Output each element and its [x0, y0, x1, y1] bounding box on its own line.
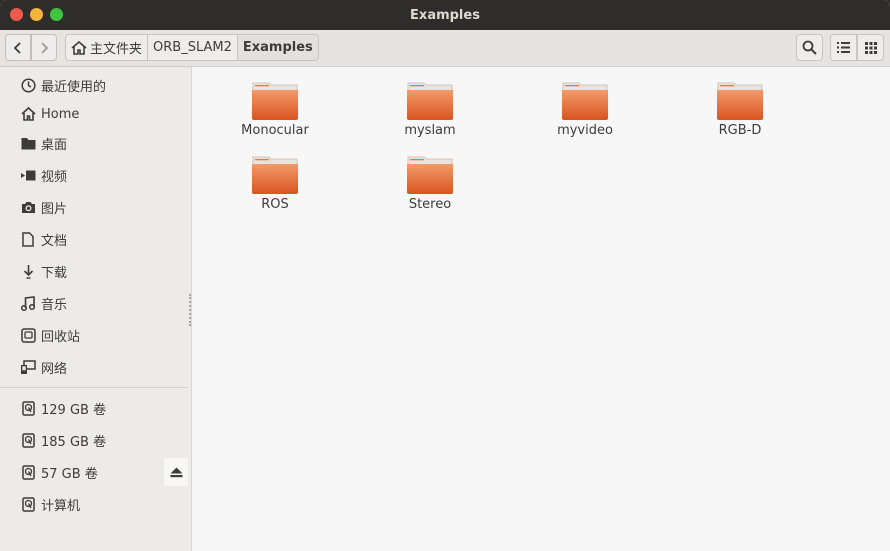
- sidebar-item-pictures[interactable]: 图片: [0, 194, 191, 220]
- folder-icon: [562, 82, 608, 120]
- breadcrumb: 主文件夹 ORB_SLAM2 Examples: [65, 34, 319, 61]
- sidebar-item-music[interactable]: 音乐: [0, 290, 191, 316]
- trash-icon: [20, 327, 36, 343]
- download-icon: [20, 263, 36, 279]
- sidebar-item-home[interactable]: Home: [0, 101, 191, 127]
- music-icon: [20, 295, 36, 311]
- video-icon: [20, 167, 36, 183]
- sidebar-item-label: 计算机: [41, 498, 81, 514]
- titlebar: Examples: [0, 0, 890, 30]
- clock-icon: [20, 77, 36, 93]
- eject-icon: [170, 467, 182, 477]
- sidebar-item-label: 下载: [41, 265, 68, 281]
- search-icon: [802, 40, 817, 55]
- sidebar-item-volume-185gb[interactable]: 185 GB 卷: [0, 427, 191, 453]
- sidebar-item-downloads[interactable]: 下载: [0, 258, 191, 284]
- folder-icon: [407, 156, 453, 194]
- view-menu-button[interactable]: [857, 34, 884, 61]
- sidebar: 最近使用的 Home 桌面 视频 图片 文档 下载 音乐 回收站 网络 129 …: [0, 67, 192, 551]
- sidebar-item-recent[interactable]: 最近使用的: [0, 72, 191, 98]
- sidebar-item-desktop[interactable]: 桌面: [0, 130, 191, 156]
- list-view-button[interactable]: [830, 34, 857, 61]
- sidebar-item-trash[interactable]: 回收站: [0, 322, 191, 348]
- window-title: Examples: [410, 8, 480, 23]
- document-icon: [20, 231, 36, 247]
- folder-icon: [252, 82, 298, 120]
- back-button[interactable]: [5, 34, 31, 61]
- sidebar-item-volume-129gb[interactable]: 129 GB 卷: [0, 395, 191, 421]
- folder-name: Monocular: [241, 123, 309, 138]
- folder-name: ROS: [261, 197, 289, 212]
- sidebar-item-label: 最近使用的: [41, 79, 107, 95]
- sidebar-item-label: 57 GB 卷: [41, 466, 98, 482]
- sidebar-item-label: 回收站: [41, 329, 81, 345]
- breadcrumb-label: 主文件夹: [90, 42, 143, 57]
- drive-icon: [20, 432, 36, 448]
- folder-item[interactable]: ROS: [215, 155, 335, 212]
- sidebar-item-label: 网络: [41, 361, 68, 377]
- sidebar-item-label: 文档: [41, 233, 68, 249]
- folder-name: RGB-D: [718, 123, 762, 138]
- breadcrumb-orb-slam2[interactable]: ORB_SLAM2: [148, 34, 238, 61]
- file-view: Monocular myslam myvideo RGB-D ROS Stere…: [192, 67, 890, 551]
- folder-icon: [20, 135, 36, 151]
- folder-item[interactable]: myslam: [370, 81, 490, 138]
- file-manager-window: Examples 主文件夹 ORB_SLAM2 Examples 最近使用的 H…: [0, 0, 890, 551]
- list-view-icon: [837, 42, 850, 53]
- sidebar-separator: [0, 387, 188, 388]
- network-icon: [20, 359, 36, 375]
- camera-icon: [20, 199, 36, 215]
- folder-icon: [252, 156, 298, 194]
- sidebar-item-volume-57gb[interactable]: 57 GB 卷: [0, 459, 191, 485]
- grid-view-icon: [864, 41, 877, 54]
- breadcrumb-label: ORB_SLAM2: [153, 40, 232, 55]
- sidebar-item-computer[interactable]: 计算机: [0, 491, 191, 517]
- folder-icon: [717, 82, 763, 120]
- breadcrumb-current[interactable]: Examples: [237, 34, 319, 61]
- folder-item[interactable]: RGB-D: [680, 81, 800, 138]
- folder-item[interactable]: Stereo: [370, 155, 490, 212]
- folder-icon: [407, 82, 453, 120]
- chevron-left-icon: [13, 41, 21, 54]
- folder-name: myslam: [404, 123, 456, 138]
- sidebar-item-label: 185 GB 卷: [41, 434, 107, 450]
- home-icon: [20, 106, 36, 122]
- folder-name: myvideo: [557, 123, 613, 138]
- sidebar-item-label: 桌面: [41, 137, 68, 153]
- sidebar-item-documents[interactable]: 文档: [0, 226, 191, 252]
- folder-item[interactable]: myvideo: [525, 81, 645, 138]
- sidebar-item-label: Home: [41, 106, 80, 122]
- folder-item[interactable]: Monocular: [215, 81, 335, 138]
- chevron-right-icon: [41, 41, 49, 54]
- forward-button[interactable]: [31, 34, 57, 61]
- breadcrumb-home[interactable]: 主文件夹: [65, 34, 149, 61]
- breadcrumb-label: Examples: [242, 40, 313, 55]
- sidebar-item-label: 视频: [41, 169, 68, 185]
- home-icon: [71, 40, 87, 55]
- folder-name: Stereo: [408, 197, 452, 212]
- sidebar-item-videos[interactable]: 视频: [0, 162, 191, 188]
- drive-icon: [20, 400, 36, 416]
- search-button[interactable]: [796, 34, 823, 61]
- sidebar-item-network[interactable]: 网络: [0, 354, 191, 380]
- sidebar-item-label: 129 GB 卷: [41, 402, 107, 418]
- toolbar: 主文件夹 ORB_SLAM2 Examples: [0, 30, 890, 67]
- drive-icon: [20, 496, 36, 512]
- sidebar-item-label: 音乐: [41, 297, 68, 313]
- drive-icon: [20, 464, 36, 480]
- eject-button[interactable]: [164, 458, 188, 486]
- sidebar-item-label: 图片: [41, 201, 68, 217]
